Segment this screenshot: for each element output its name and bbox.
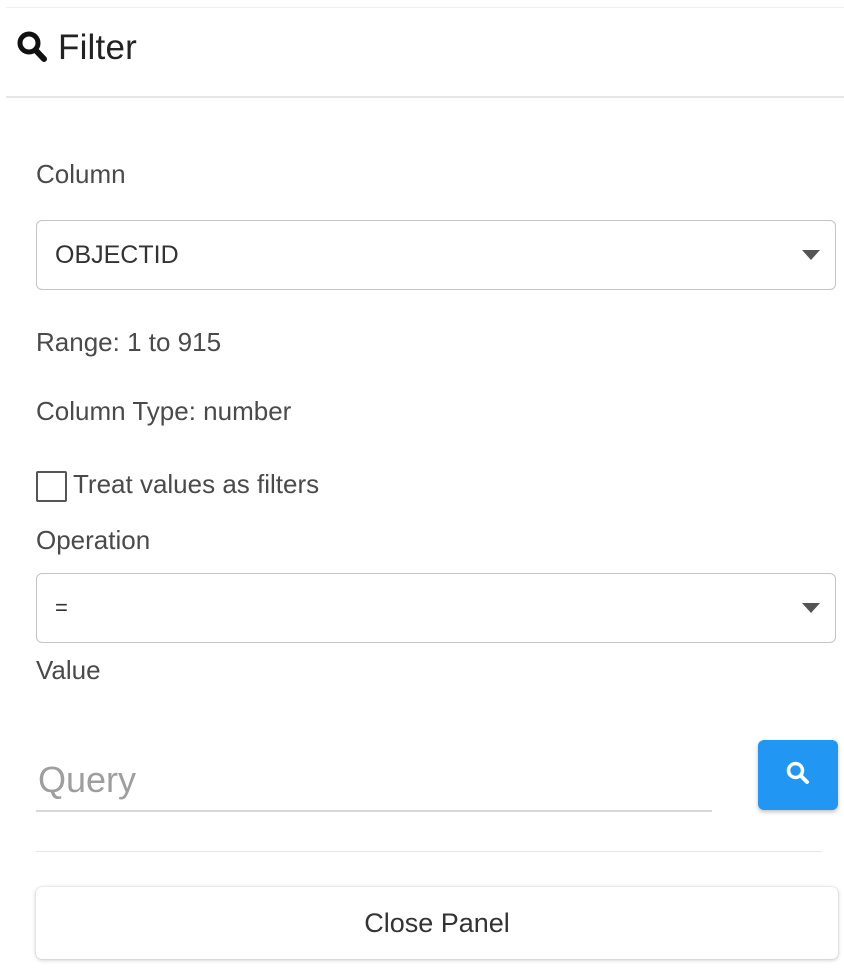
chevron-down-icon xyxy=(801,602,821,614)
chevron-down-icon xyxy=(801,249,821,261)
search-icon xyxy=(12,27,52,67)
footer-divider xyxy=(36,851,822,852)
close-panel-button[interactable]: Close Panel xyxy=(36,887,838,959)
header-divider xyxy=(6,96,844,98)
search-icon xyxy=(785,760,811,791)
operation-select-value: = xyxy=(55,595,68,620)
treat-values-checkbox-row[interactable]: Treat values as filters xyxy=(36,467,320,502)
column-select-value: OBJECTID xyxy=(55,240,179,269)
range-text: Range: 1 to 915 xyxy=(36,327,222,357)
column-label: Column xyxy=(36,159,126,189)
treat-values-label: Treat values as filters xyxy=(73,469,320,499)
search-button[interactable] xyxy=(758,740,838,810)
operation-label: Operation xyxy=(36,525,151,555)
column-select[interactable]: OBJECTID xyxy=(36,220,836,290)
query-input-wrap xyxy=(36,752,714,812)
panel-header: Filter xyxy=(12,22,137,72)
top-rule xyxy=(6,7,844,8)
value-label: Value xyxy=(36,655,101,685)
panel-title: Filter xyxy=(58,27,137,67)
treat-values-checkbox[interactable] xyxy=(36,470,67,502)
query-input[interactable] xyxy=(36,752,714,808)
operation-select[interactable]: = xyxy=(36,573,836,643)
column-type-text: Column Type: number xyxy=(36,396,292,426)
